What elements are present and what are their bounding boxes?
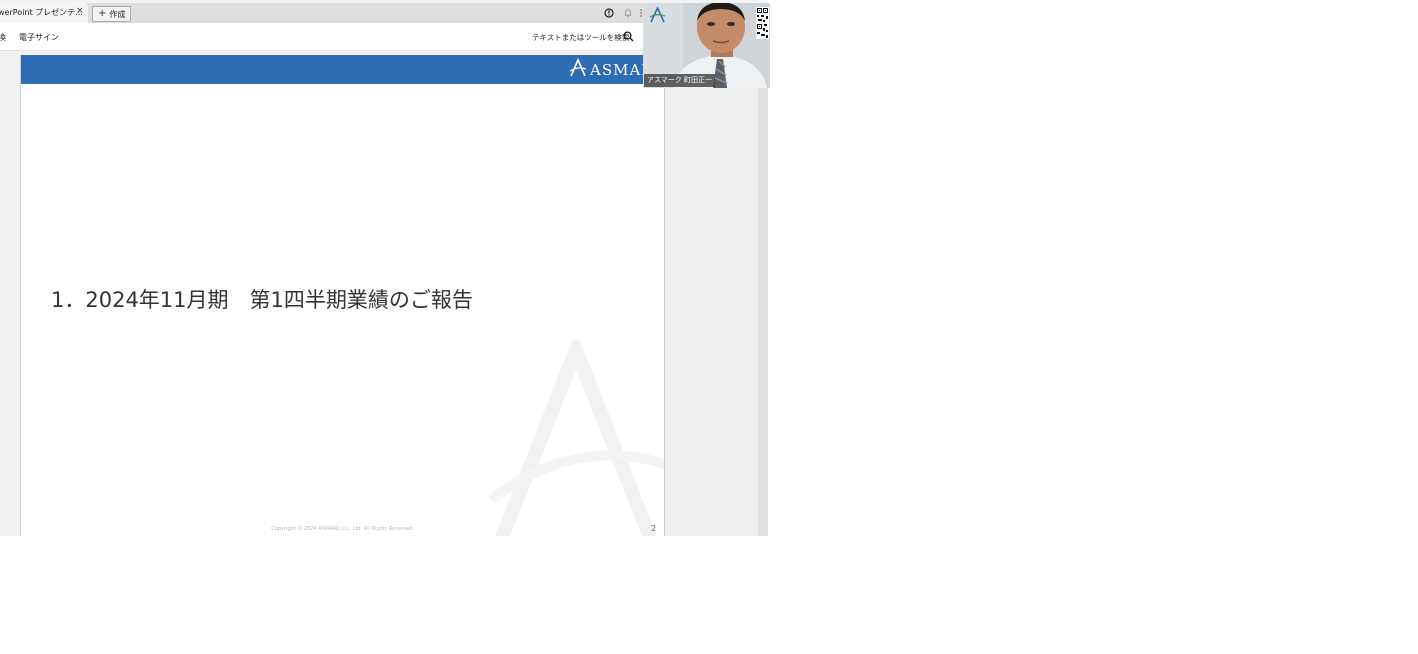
toolbar-item-esign[interactable]: 電子サイン <box>19 32 59 43</box>
slide-page-number: 2 <box>651 524 657 533</box>
watermark-logo-icon <box>487 340 664 536</box>
presentation-slide: ASMAR 1．2024年11月期 第1四半期業績のご報告 Copyright … <box>20 55 665 536</box>
create-button[interactable]: + 作成 <box>92 6 132 22</box>
participant-name-tag: アスマーク 町田正一 <box>644 74 716 87</box>
tab-title: werPoint プレゼンテ... <box>0 8 83 17</box>
qr-code-icon <box>756 7 769 39</box>
tab-close-icon[interactable]: × <box>76 6 84 16</box>
browser-tab[interactable]: werPoint プレゼンテ... × <box>0 3 88 23</box>
create-button-label: 作成 <box>109 9 126 19</box>
asmarq-logo-icon <box>569 58 587 77</box>
bell-icon[interactable] <box>623 8 633 18</box>
side-panel <box>664 51 759 536</box>
asmarq-logo-icon <box>649 7 666 23</box>
search-icon[interactable] <box>623 31 634 42</box>
tool-search-label[interactable]: テキストまたはツールを検索 <box>532 32 629 43</box>
alert-circle-icon[interactable] <box>604 8 614 18</box>
webcam-video: アスマーク 町田正一 <box>643 3 770 88</box>
slide-header-bar: ASMAR <box>21 55 664 84</box>
slide-title: 1．2024年11月期 第1四半期業績のご報告 <box>51 288 473 312</box>
vertical-scrollbar[interactable] <box>758 51 768 536</box>
plus-icon: + <box>98 8 107 19</box>
slide-copyright: Copyright © 2024 ASMARQ Co., Ltd. All Ri… <box>271 526 414 532</box>
toolbar-item-convert[interactable]: 換 <box>0 32 6 43</box>
